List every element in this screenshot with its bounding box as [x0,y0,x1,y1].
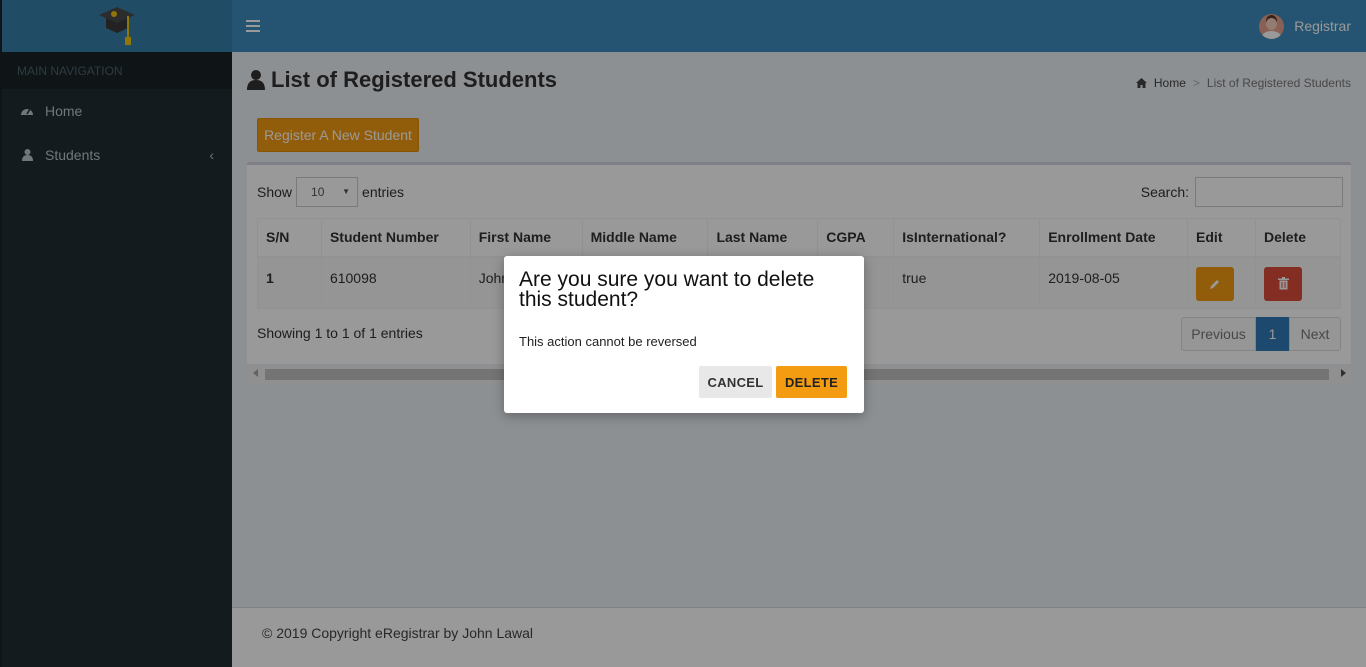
dialog-title: Are you sure you want to delete this stu… [519,268,815,311]
cancel-button[interactable]: CANCEL [699,366,772,398]
dialog-actions: CANCEL DELETE [699,366,847,398]
dialog-message: This action cannot be reversed [519,334,697,349]
confirm-delete-dialog: Are you sure you want to delete this stu… [504,256,864,413]
confirm-delete-button[interactable]: DELETE [776,366,847,398]
